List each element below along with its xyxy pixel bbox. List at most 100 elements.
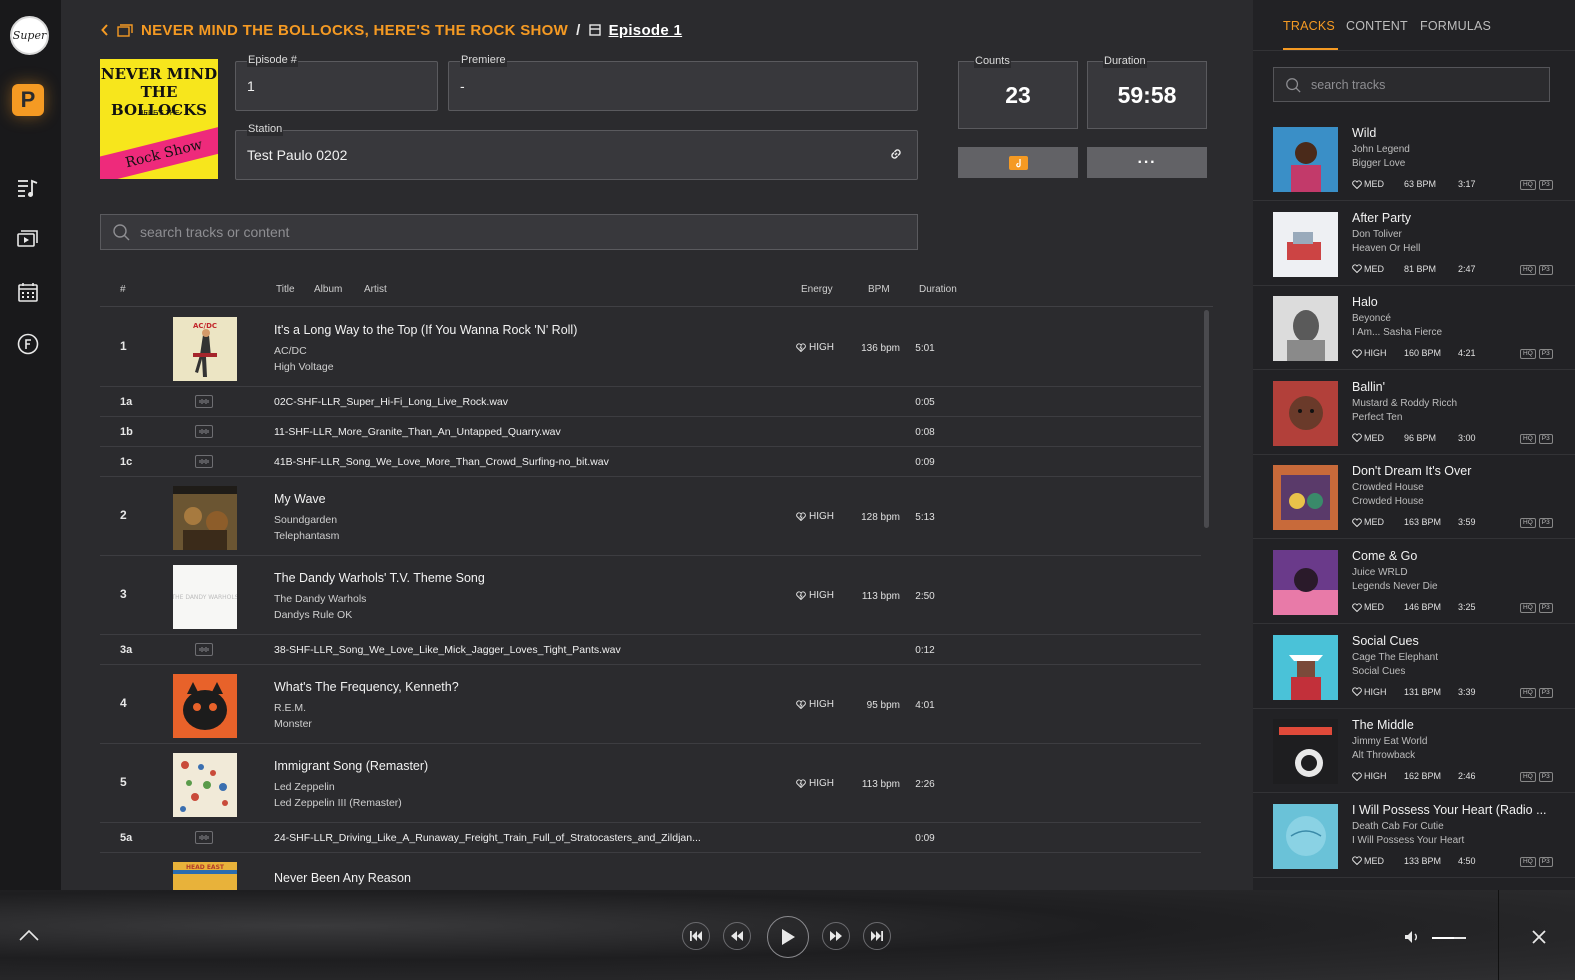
album-art [1273,719,1338,785]
track-energy: HIGH [1364,348,1387,359]
library-track-item[interactable]: Ballin' Mustard & Roddy Ricch Perfect Ten M… [1253,371,1575,455]
library-track-item[interactable]: After Party Don Toliver Heaven Or Hell MED 8… [1253,202,1575,286]
header-num[interactable]: # [120,284,126,295]
track-meta: MED 133 BPM 4:50 [1352,856,1476,866]
svg-text:THE DANDY WARHOLS: THE DANDY WARHOLS [173,594,237,601]
quality-badges: HQ P3 [1520,772,1553,783]
fast-forward-button[interactable] [822,922,850,950]
album-art [1273,127,1338,192]
table-row[interactable]: 3a 38-SHF-LLR_Song_We_Love_Like_Mick_Jag… [100,635,1201,665]
playlist-nav-icon[interactable] [14,174,42,202]
header-album[interactable]: Album [314,284,342,295]
track-energy: HIGH [1364,686,1387,697]
audio-badge-icon [1008,155,1028,170]
library-track-item[interactable]: Halo Beyoncé I Am... Sasha Fierce HIGH 160 B… [1253,286,1575,371]
track-title: Come & Go [1352,549,1418,563]
table-row[interactable]: 1b 11-SHF-LLR_More_Granite_Than_An_Untap… [100,417,1201,447]
track-meta: HIGH 162 BPM 2:46 [1352,771,1476,781]
p3-badge: P3 [1538,687,1553,698]
table-row[interactable]: 1c 41B-SHF-LLR_Song_We_Love_More_Than_Cr… [100,447,1201,477]
episode-number-field[interactable]: Episode # 1 [235,53,438,111]
track-album: Alt Throwback [1352,750,1416,762]
track-album: Social Cues [1352,665,1406,677]
library-track-item[interactable]: The Middle Jimmy Eat World Alt Throwback HI… [1253,709,1575,794]
station-field[interactable]: Station Test Paulo 0202 [235,122,918,180]
quality-badges: HQ P3 [1520,264,1553,275]
volume-slider[interactable] [1432,937,1466,939]
volume-icon[interactable] [1404,930,1420,944]
energy-icon [1352,772,1362,781]
link-icon[interactable] [889,147,903,166]
track-bpm: 131 BPM [1404,686,1442,697]
library-track-item[interactable]: I Will Possess Your Heart (Radio ... Deat… [1253,794,1575,878]
left-rail: Super P [0,0,61,890]
audio-action-button[interactable] [958,147,1078,178]
track-duration: 4:50 [1458,855,1476,866]
brand-p-icon[interactable]: P [12,84,44,116]
audio-file-icon [195,643,213,656]
p3-badge: P3 [1538,603,1553,613]
p3-badge: P3 [1538,264,1553,275]
header-artist[interactable]: Artist [364,284,387,295]
header-energy[interactable]: Energy [801,284,833,295]
quality-badges: HQ P3 [1520,603,1553,613]
episode-icon [588,24,601,36]
breadcrumb: NEVER MIND THE BOLLOCKS, HERE'S THE ROCK… [101,19,682,41]
track-duration: 3:00 [1458,432,1476,443]
back-chevron-icon[interactable] [101,24,109,36]
super-logo[interactable]: Super [10,16,49,55]
library-track-item[interactable]: Wild John Legend Bigger Love MED 63 BPM 3:17 H… [1253,117,1575,201]
track-search-input[interactable]: search tracks [1273,67,1550,102]
breadcrumb-episode[interactable]: Episode 1 [609,22,683,39]
track-duration: 3:59 [1458,517,1476,528]
track-album: Crowded House [1352,496,1424,508]
track-energy: MED [1364,517,1384,528]
track-title: Don't Dream It's Over [1352,464,1472,479]
library-track-item[interactable]: Social Cues Cage The Elephant Social Cues H… [1253,625,1575,709]
header-title[interactable]: Title [276,284,295,295]
table-row[interactable]: 1 AC/DC It's a Long Way to the Top (If Y… [100,308,1201,387]
track-energy: MED [1364,263,1384,274]
track-energy: MED [1364,602,1384,612]
audio-file-icon [195,455,213,468]
calendar-nav-icon[interactable] [14,278,42,306]
track-list-scrollbar[interactable] [1204,310,1209,528]
more-options-button[interactable]: ··· [1087,147,1207,178]
table-row[interactable]: HEAD EAST Never Been Any Reason [100,853,1201,890]
table-row[interactable]: 5 Immigrant Song (Remaster) Led Zeppelin… [100,744,1201,823]
skip-to-end-button[interactable] [863,922,891,950]
table-row[interactable]: 5a 24-SHF-LLR_Driving_Like_A_Runaway_Fre… [100,823,1201,853]
album-art [173,674,237,738]
energy-icon [796,343,806,352]
table-row[interactable]: 3 THE DANDY WARHOLS The Dandy Warhols' T… [100,556,1201,635]
table-row[interactable]: 4 What's The Frequency, Kenneth? R.E.M. … [100,665,1201,744]
play-button[interactable] [767,916,809,958]
close-icon[interactable] [1531,929,1547,945]
audio-file-icon [195,831,213,844]
track-title: Social Cues [1352,633,1419,648]
track-energy: MED [1364,855,1384,866]
track-meta: HIGH 160 BPM 4:21 [1352,348,1476,358]
header-bpm[interactable]: BPM [868,284,890,295]
breadcrumb-show-link[interactable]: NEVER MIND THE BOLLOCKS, HERE'S THE ROCK… [141,22,568,39]
table-row[interactable]: 1a 02C-SHF-LLR_Super_Hi-Fi_Long_Live_Roc… [100,387,1201,417]
table-row[interactable]: 2 My Wave Soundgarden Telephantasm HIGH … [100,477,1201,556]
track-bpm: 96 BPM [1404,432,1437,443]
tab-content[interactable]: CONTENT [1346,19,1408,33]
header-duration[interactable]: Duration [919,284,957,295]
quality-badges: HQ P3 [1520,518,1553,529]
track-title: The Middle [1352,718,1414,733]
tab-tracks[interactable]: TRACKS [1283,19,1335,33]
skip-to-start-button[interactable] [682,922,710,950]
episodes-nav-icon[interactable] [14,226,42,254]
expand-up-icon[interactable] [18,928,40,942]
library-track-item[interactable]: Come & Go Juice WRLD Legends Never Die MED 1… [1253,540,1575,624]
formulas-nav-icon[interactable] [14,330,42,358]
library-track-item[interactable]: Don't Dream It's Over Crowded House Crowde… [1253,455,1575,540]
premiere-field[interactable]: Premiere - [448,53,918,111]
episode-search-input[interactable]: search tracks or content [100,214,918,250]
rewind-button[interactable] [723,922,751,950]
tab-formulas[interactable]: FORMULAS [1420,19,1491,33]
energy-icon [1352,349,1362,358]
track-duration: 3:17 [1458,179,1476,189]
